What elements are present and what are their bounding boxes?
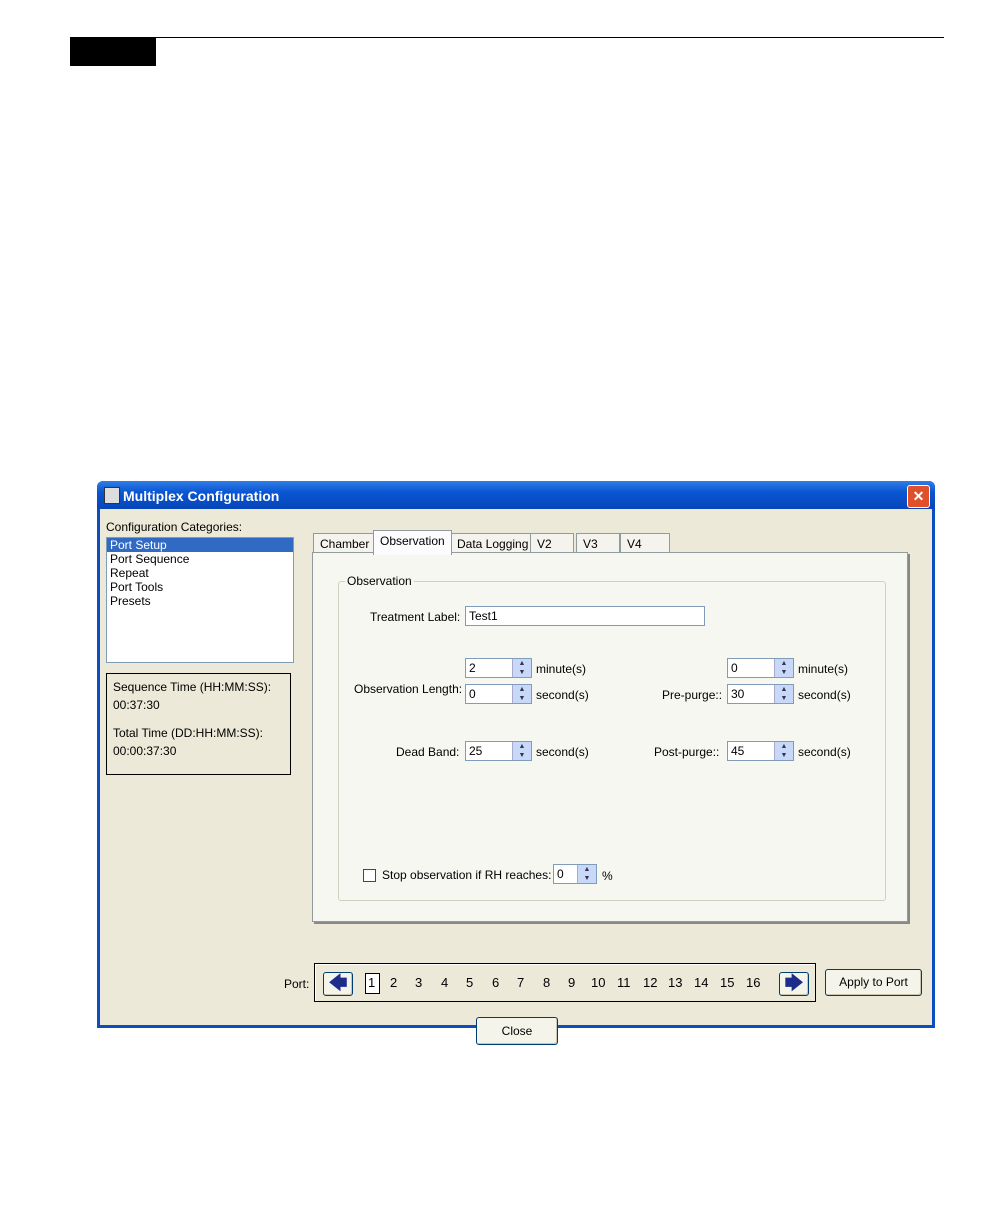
port-number-10[interactable]: 10 — [591, 975, 605, 990]
header-rule — [70, 37, 944, 38]
prepurge-seconds-value: 30 — [731, 687, 745, 701]
categories-list[interactable]: Port Setup Port Sequence Repeat Port Too… — [106, 537, 294, 663]
port-number-5[interactable]: 5 — [466, 975, 473, 990]
group-title: Observation — [345, 574, 414, 588]
rh-checkbox[interactable] — [363, 869, 376, 882]
prepurge-seconds-spinner[interactable]: 30 ▲ ▼ — [727, 684, 794, 704]
multiplex-dialog: Multiplex Configuration ✕ Configuration … — [97, 481, 935, 1045]
port-number-9[interactable]: 9 — [568, 975, 575, 990]
dead-band-label: Dead Band: — [396, 745, 460, 759]
port-number-4[interactable]: 4 — [441, 975, 448, 990]
tab-panel: Observation Treatment Label: Test1 2 ▲ ▼ m… — [312, 552, 908, 922]
unit-label: minute(s) — [798, 662, 849, 676]
port-number-12[interactable]: 12 — [643, 975, 657, 990]
port-number-11[interactable]: 11 — [617, 975, 631, 990]
sequence-time-label: Sequence Time (HH:MM:SS): — [113, 680, 272, 694]
port-number-2[interactable]: 2 — [390, 975, 397, 990]
spin-arrows-icon[interactable]: ▲ ▼ — [512, 685, 531, 703]
dialog-body: Configuration Categories: Port Setup Por… — [100, 509, 932, 1045]
port-selector: 🡄 1 2 3 4 5 6 7 8 9 10 11 12 13 14 15 16 🡆 — [314, 963, 816, 1002]
tab-v4[interactable]: V4 — [620, 533, 670, 554]
dead-band-spinner[interactable]: 25 ▲ ▼ — [465, 741, 532, 761]
tab-data-logging[interactable]: Data Logging — [450, 533, 536, 554]
prepurge-minutes-spinner[interactable]: 0 ▲ ▼ — [727, 658, 794, 678]
obs-minutes-value: 2 — [469, 661, 476, 675]
port-number-14[interactable]: 14 — [694, 975, 708, 990]
spin-arrows-icon[interactable]: ▲ ▼ — [774, 659, 793, 677]
close-button[interactable]: Close — [476, 1017, 558, 1045]
spin-arrows-icon[interactable]: ▲ ▼ — [512, 659, 531, 677]
postpurge-label: Post-purge:: — [654, 745, 720, 759]
header-block — [70, 38, 156, 66]
unit-label: second(s) — [536, 745, 589, 759]
treatment-input[interactable]: Test1 — [465, 606, 705, 626]
category-item[interactable]: Port Sequence — [107, 552, 293, 566]
app-icon — [104, 487, 120, 504]
spin-arrows-icon[interactable]: ▲ ▼ — [577, 865, 596, 883]
total-time-value: 00:00:37:30 — [113, 744, 177, 758]
port-number-1[interactable]: 1 — [368, 975, 375, 990]
rh-spinner[interactable]: 0 ▲ ▼ — [553, 864, 597, 884]
obs-seconds-value: 0 — [469, 687, 476, 701]
port-number-7[interactable]: 7 — [517, 975, 524, 990]
port-label: Port: — [284, 977, 310, 991]
close-icon[interactable]: ✕ — [907, 485, 930, 508]
dead-band-value: 25 — [469, 744, 483, 758]
port-number-15[interactable]: 15 — [720, 975, 734, 990]
tab-chamber[interactable]: Chamber — [313, 533, 377, 554]
rh-label: Stop observation if RH reaches: — [382, 868, 552, 882]
tab-v3[interactable]: V3 — [576, 533, 620, 554]
total-time-label: Total Time (DD:HH:MM:SS): — [113, 726, 264, 740]
tab-observation[interactable]: Observation — [373, 530, 452, 555]
spin-arrows-icon[interactable]: ▲ ▼ — [774, 685, 793, 703]
port-number-3[interactable]: 3 — [415, 975, 422, 990]
arrow-right-icon[interactable]: 🡆 — [779, 972, 809, 996]
obs-length-label: Observation Length: — [354, 682, 463, 696]
observation-group: Observation Treatment Label: Test1 2 ▲ ▼ m… — [338, 574, 886, 901]
time-info-box: Sequence Time (HH:MM:SS): 00:37:30 Total… — [106, 673, 291, 775]
category-item[interactable]: Port Tools — [107, 580, 293, 594]
unit-label: second(s) — [798, 745, 851, 759]
unit-label: minute(s) — [536, 662, 587, 676]
window-title: Multiplex Configuration — [123, 488, 280, 504]
category-item[interactable]: Presets — [107, 594, 293, 608]
spin-arrows-icon[interactable]: ▲ ▼ — [512, 742, 531, 760]
obs-minutes-spinner[interactable]: 2 ▲ ▼ — [465, 658, 532, 678]
unit-label: second(s) — [798, 688, 851, 702]
unit-label: second(s) — [536, 688, 589, 702]
obs-seconds-spinner[interactable]: 0 ▲ ▼ — [465, 684, 532, 704]
rh-unit: % — [602, 869, 613, 883]
spin-arrows-icon[interactable]: ▲ ▼ — [774, 742, 793, 760]
port-number-8[interactable]: 8 — [543, 975, 550, 990]
prepurge-minutes-value: 0 — [731, 661, 738, 675]
apply-to-port-button[interactable]: Apply to Port — [825, 969, 922, 996]
postpurge-seconds-value: 45 — [731, 744, 745, 758]
category-item[interactable]: Repeat — [107, 566, 293, 580]
treatment-label: Treatment Label: — [370, 610, 461, 624]
tab-v2[interactable]: V2 — [530, 533, 574, 554]
sequence-time-value: 00:37:30 — [113, 698, 160, 712]
prepurge-label: Pre-purge:: — [662, 688, 723, 702]
arrow-left-icon[interactable]: 🡄 — [323, 972, 353, 996]
port-number-13[interactable]: 13 — [668, 975, 682, 990]
category-item[interactable]: Port Setup — [107, 538, 293, 552]
port-number-16[interactable]: 16 — [746, 975, 760, 990]
postpurge-seconds-spinner[interactable]: 45 ▲ ▼ — [727, 741, 794, 761]
port-number-6[interactable]: 6 — [492, 975, 499, 990]
categories-label: Configuration Categories: — [106, 520, 243, 534]
title-bar[interactable]: Multiplex Configuration ✕ — [97, 481, 935, 509]
rh-value: 0 — [557, 867, 564, 881]
